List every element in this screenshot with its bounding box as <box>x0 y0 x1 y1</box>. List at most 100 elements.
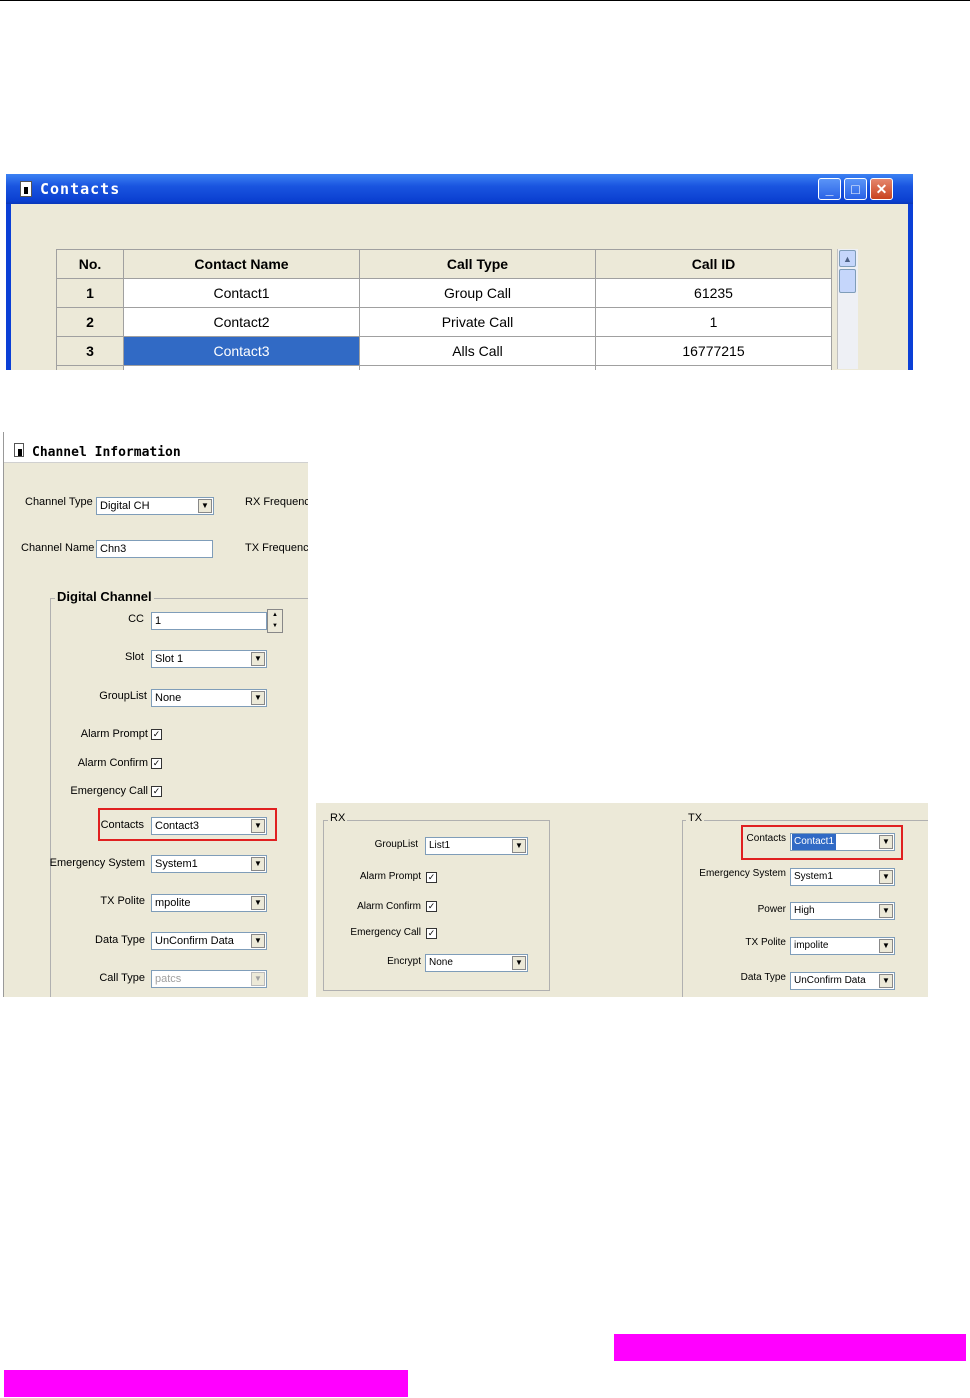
tx-data-type-label: Data Type <box>740 972 786 983</box>
rx-emergency-call-label: Emergency Call <box>350 927 421 938</box>
row-number: 2 <box>56 307 124 337</box>
data-type-select[interactable]: UnConfirm Data ▼ <box>151 932 267 950</box>
tx-polite-select[interactable]: impolite ▼ <box>790 937 895 955</box>
contacts-value: Contact3 <box>155 820 200 832</box>
column-header-no[interactable]: No. <box>56 249 124 279</box>
scroll-thumb[interactable] <box>839 269 856 293</box>
tx-power-label: Power <box>757 904 786 915</box>
tx-data-type-select[interactable]: UnConfirm Data ▼ <box>790 972 895 990</box>
rx-encrypt-select[interactable]: None ▼ <box>425 954 528 972</box>
contacts-window: Contacts _ □ ✕ No. Contact Name Call Typ… <box>6 174 913 370</box>
column-header-call-id[interactable]: Call ID <box>595 249 832 279</box>
chevron-down-icon[interactable]: ▼ <box>251 652 265 666</box>
spin-up-icon[interactable]: ▲ <box>268 610 282 621</box>
chevron-down-icon[interactable]: ▼ <box>879 835 893 849</box>
alarm-prompt-checkbox[interactable]: ✓ <box>151 729 162 740</box>
radio-icon <box>20 181 32 197</box>
rx-encrypt-label: Encrypt <box>387 956 421 967</box>
tx-power-value: High <box>794 905 815 916</box>
slot-select[interactable]: Slot 1 ▼ <box>151 650 267 668</box>
cell-call-type[interactable]: Alls Call <box>359 336 596 366</box>
tx-polite-label: TX Polite <box>100 895 145 907</box>
cell-call-type[interactable]: Group Call <box>359 278 596 308</box>
cell-call-id[interactable]: 61235 <box>595 278 832 308</box>
tx-polite-label: TX Polite <box>745 937 786 948</box>
row-number: 3 <box>56 336 124 366</box>
emergency-system-select[interactable]: System1 ▼ <box>151 855 267 873</box>
tx-contacts-label: Contacts <box>746 833 786 844</box>
tx-polite-value: mpolite <box>155 897 191 909</box>
chevron-down-icon[interactable]: ▼ <box>879 870 893 884</box>
chevron-down-icon[interactable]: ▼ <box>198 499 212 513</box>
channel-type-label: Channel Type <box>25 496 93 508</box>
window-title: Contacts <box>40 180 121 198</box>
cell-call-id[interactable]: 16777215 <box>595 336 832 366</box>
alarm-confirm-checkbox[interactable]: ✓ <box>151 758 162 769</box>
cell-empty[interactable] <box>595 365 832 370</box>
slot-value: Slot 1 <box>155 653 184 665</box>
title-bar[interactable]: Channel Information <box>4 432 308 463</box>
rx-encrypt-value: None <box>429 957 453 968</box>
cc-input[interactable]: 1 <box>151 612 267 630</box>
chevron-down-icon[interactable]: ▼ <box>512 956 526 970</box>
emergency-call-checkbox[interactable]: ✓ <box>151 786 162 797</box>
tx-power-select[interactable]: High ▼ <box>790 902 895 920</box>
cc-spinner[interactable]: ▲ ▼ <box>267 609 283 633</box>
contacts-select[interactable]: Contact3 ▼ <box>151 817 267 835</box>
digital-channel-title: Digital Channel <box>55 589 154 604</box>
call-type-value: patcs <box>155 973 182 985</box>
chevron-down-icon[interactable]: ▼ <box>879 974 893 988</box>
grouplist-value: None <box>155 692 182 704</box>
cell-contact-name[interactable]: Contact1 <box>123 278 360 308</box>
cell-empty[interactable] <box>359 365 596 370</box>
chevron-down-icon[interactable]: ▼ <box>251 896 265 910</box>
close-button[interactable]: ✕ <box>870 178 893 200</box>
grouplist-select[interactable]: None ▼ <box>151 689 267 707</box>
call-type-select: patcs ▼ <box>151 970 267 988</box>
rx-alarm-confirm-checkbox[interactable]: ✓ <box>426 901 437 912</box>
chevron-down-icon[interactable]: ▼ <box>251 934 265 948</box>
tx-emergency-system-value: System1 <box>794 871 833 882</box>
minimize-button[interactable]: _ <box>818 178 841 200</box>
table-row[interactable] <box>56 365 832 370</box>
spin-down-icon[interactable]: ▼ <box>268 621 282 632</box>
cell-call-type[interactable]: Private Call <box>359 307 596 337</box>
title-bar[interactable]: Contacts _ □ ✕ <box>6 174 913 204</box>
tx-contacts-select[interactable]: Contact1 ▼ <box>790 833 895 851</box>
chevron-down-icon[interactable]: ▼ <box>512 839 526 853</box>
rx-grouplist-select[interactable]: List1 ▼ <box>425 837 528 855</box>
cell-contact-name-selected[interactable]: Contact3 <box>123 336 360 366</box>
tx-emergency-system-select[interactable]: System1 ▼ <box>790 868 895 886</box>
rx-alarm-prompt-checkbox[interactable]: ✓ <box>426 872 437 883</box>
cell-contact-name[interactable]: Contact2 <box>123 307 360 337</box>
cell-empty[interactable] <box>123 365 360 370</box>
chevron-down-icon[interactable]: ▼ <box>251 857 265 871</box>
window-body: No. Contact Name Call Type Call ID 1 Con… <box>11 204 908 370</box>
chevron-down-icon[interactable]: ▼ <box>251 819 265 833</box>
contacts-label: Contacts <box>100 819 144 831</box>
table-row[interactable]: 1 Contact1 Group Call 61235 <box>56 278 832 308</box>
channel-type-select[interactable]: Digital CH ▼ <box>96 497 214 515</box>
rx-frequency-label: RX Frequency <box>245 496 308 508</box>
window-title: Channel Information <box>32 445 181 460</box>
maximize-button[interactable]: □ <box>844 178 867 200</box>
cell-call-id[interactable]: 1 <box>595 307 832 337</box>
vertical-scrollbar[interactable]: ▲ <box>837 249 858 369</box>
channel-name-input[interactable]: Chn3 <box>96 540 213 558</box>
column-header-call-type[interactable]: Call Type <box>359 249 596 279</box>
table-row[interactable]: 3 Contact3 Alls Call 16777215 <box>56 336 832 366</box>
chevron-down-icon[interactable]: ▼ <box>251 691 265 705</box>
tx-emergency-system-label: Emergency System <box>699 868 786 879</box>
table-row[interactable]: 2 Contact2 Private Call 1 <box>56 307 832 337</box>
rx-emergency-call-checkbox[interactable]: ✓ <box>426 928 437 939</box>
chevron-down-icon[interactable]: ▼ <box>879 939 893 953</box>
column-header-contact-name[interactable]: Contact Name <box>123 249 360 279</box>
chevron-down-icon[interactable]: ▼ <box>879 904 893 918</box>
rx-alarm-confirm-label: Alarm Confirm <box>357 901 421 912</box>
scroll-up-icon[interactable]: ▲ <box>839 250 856 267</box>
alarm-prompt-label: Alarm Prompt <box>80 728 148 740</box>
alarm-confirm-label: Alarm Confirm <box>77 757 148 769</box>
tx-polite-select[interactable]: mpolite ▼ <box>151 894 267 912</box>
emergency-call-label: Emergency Call <box>70 785 148 797</box>
data-type-value: UnConfirm Data <box>155 935 234 947</box>
